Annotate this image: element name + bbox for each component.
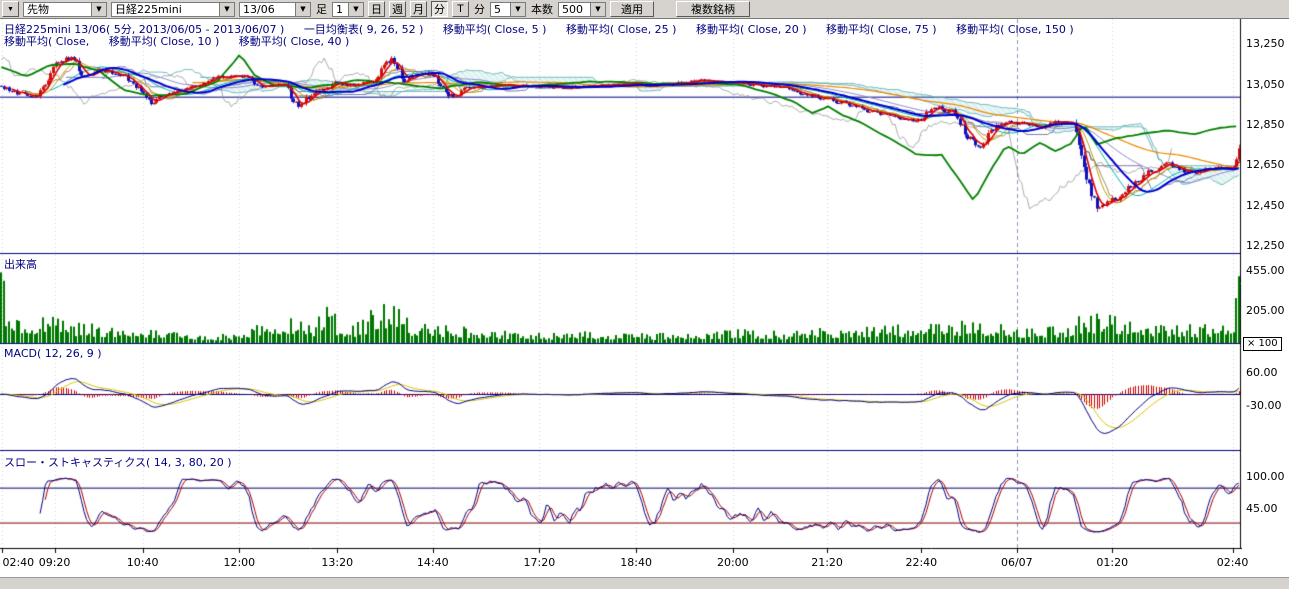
volume-multiplier-badge: × 100 xyxy=(1243,337,1282,351)
bar-interval-value: 1 xyxy=(333,3,348,16)
legend-ma20: 移動平均( Close, 20 ) xyxy=(696,23,807,36)
minute-interval-select[interactable]: 5 ▼ xyxy=(490,2,526,17)
bottom-strip xyxy=(0,577,1289,589)
dropdown-arrow-icon[interactable]: ▼ xyxy=(295,3,310,16)
time-axis-label: 14:40 xyxy=(417,556,449,569)
dropdown-arrow-icon[interactable]: ▼ xyxy=(91,3,106,16)
symbol-value: 日経225mini xyxy=(112,3,219,16)
price-axis-label: 13,250 xyxy=(1246,37,1285,50)
volume-axis-label: 455.00 xyxy=(1246,264,1285,277)
minute-label: 分 xyxy=(473,1,486,17)
price-axis-label: 12,250 xyxy=(1246,239,1285,252)
legend-ma150: 移動平均( Close, 150 ) xyxy=(956,23,1074,36)
price-chart-canvas[interactable] xyxy=(0,19,1242,559)
time-axis-label: 01:20 xyxy=(1096,556,1128,569)
time-axis-label: 02:40 xyxy=(2,556,34,569)
bar-type-label: 足 xyxy=(315,1,328,17)
time-axis-label: 20:00 xyxy=(717,556,749,569)
time-axis-label: 06/07 xyxy=(1001,556,1033,569)
contract-month-value: 13/06 xyxy=(240,3,295,16)
bar-count-label: 本数 xyxy=(530,1,554,17)
symbol-select[interactable]: 日経225mini ▼ xyxy=(111,2,235,17)
instrument-type-select[interactable]: 先物 ▼ xyxy=(23,2,107,17)
minute-interval-value: 5 xyxy=(491,3,510,16)
period-week-button[interactable]: 週 xyxy=(389,1,406,17)
legend-ma75: 移動平均( Close, 75 ) xyxy=(826,23,937,36)
period-month-button[interactable]: 月 xyxy=(410,1,427,17)
dropdown-arrow-icon[interactable]: ▼ xyxy=(510,3,525,16)
time-axis-label: 13:20 xyxy=(321,556,353,569)
stoch-axis-label: 45.00 xyxy=(1246,502,1278,515)
period-day-button[interactable]: 日 xyxy=(368,1,385,17)
legend-ma25: 移動平均( Close, 25 ) xyxy=(566,23,677,36)
multi-symbol-button[interactable]: 複数銘柄 xyxy=(676,1,750,17)
dropdown-arrow-icon[interactable]: ▼ xyxy=(590,3,605,16)
left-dropdown-button[interactable]: ▼ xyxy=(2,1,19,17)
price-axis-label: 12,650 xyxy=(1246,158,1285,171)
time-axis-label: 22:40 xyxy=(905,556,937,569)
legend-ma-partial: 移動平均( Close, xyxy=(4,35,89,48)
time-axis-label: 17:20 xyxy=(524,556,556,569)
legend-ma10: 移動平均( Close, 10 ) xyxy=(109,35,220,48)
time-axis-label: 12:00 xyxy=(223,556,255,569)
time-axis-label: 02:40 xyxy=(1217,556,1249,569)
contract-month-select[interactable]: 13/06 ▼ xyxy=(239,2,311,17)
tick-button[interactable]: T xyxy=(452,1,469,17)
toolbar: ▼ 先物 ▼ 日経225mini ▼ 13/06 ▼ 足 1 ▼ 日 週 月 分… xyxy=(0,0,1289,19)
time-axis-label: 10:40 xyxy=(127,556,159,569)
bar-count-value: 500 xyxy=(559,3,590,16)
price-axis-label: 12,450 xyxy=(1246,199,1285,212)
stoch-axis-label: 100.00 xyxy=(1246,470,1285,483)
volume-panel-label: 出来高 xyxy=(4,256,37,272)
apply-button[interactable]: 適用 xyxy=(610,1,654,17)
legend-ma5: 移動平均( Close, 5 ) xyxy=(443,23,547,36)
chart-region: 日経225mini 13/06( 5分, 2013/06/05 - 2013/0… xyxy=(0,0,1289,589)
stoch-panel-label: スロー・ストキャスティクス( 14, 3, 80, 20 ) xyxy=(4,454,232,470)
bar-interval-select[interactable]: 1 ▼ xyxy=(332,2,364,17)
period-minute-button[interactable]: 分 xyxy=(431,1,448,17)
price-axis-label: 12,850 xyxy=(1246,118,1285,131)
legend-line-2: 移動平均( Close, 移動平均( Close, 10 ) 移動平均( Clo… xyxy=(4,33,365,49)
volume-axis-label: 205.00 xyxy=(1246,304,1285,317)
time-axis-label: 21:20 xyxy=(811,556,843,569)
bar-count-select[interactable]: 500 ▼ xyxy=(558,2,606,17)
macd-axis-label: -30.00 xyxy=(1246,399,1281,412)
dropdown-arrow-icon[interactable]: ▼ xyxy=(348,3,363,16)
macd-panel-label: MACD( 12, 26, 9 ) xyxy=(4,347,102,360)
time-axis-label: 18:40 xyxy=(620,556,652,569)
time-axis-label: 09:20 xyxy=(39,556,71,569)
instrument-type-value: 先物 xyxy=(24,3,91,16)
dropdown-arrow-icon: ▼ xyxy=(7,6,14,13)
price-axis-label: 13,050 xyxy=(1246,78,1285,91)
macd-axis-label: 60.00 xyxy=(1246,366,1278,379)
dropdown-arrow-icon[interactable]: ▼ xyxy=(219,3,234,16)
legend-ma40: 移動平均( Close, 40 ) xyxy=(239,35,350,48)
